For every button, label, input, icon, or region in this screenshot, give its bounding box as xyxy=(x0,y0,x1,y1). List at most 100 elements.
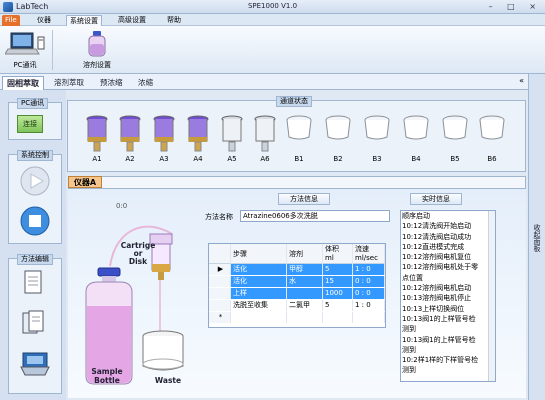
vessel-a3[interactable]: A3 xyxy=(153,115,175,163)
vessel-a6[interactable]: A6 xyxy=(254,115,276,163)
vessel-label: A1 xyxy=(92,155,102,163)
realtime-log: 顺序启动 10:12清洗阀开始启动 10:12清洗阀启动成功 10:12直进模式完成 1… xyxy=(400,210,496,382)
cell-solvent[interactable]: 甲醇 xyxy=(287,264,323,275)
tab-solvent-extraction[interactable]: 溶剂萃取 xyxy=(50,76,88,90)
instrument-tab[interactable]: 仪器A xyxy=(68,176,102,188)
cell-flow[interactable]: 1 : 0 xyxy=(353,300,385,311)
table-row[interactable]: 活化水 15 0 : 0 xyxy=(209,276,385,287)
cartridge-icon xyxy=(153,115,175,152)
cell-flow[interactable]: 0 : 0 xyxy=(353,276,385,287)
cell-step[interactable]: 活化 xyxy=(231,276,287,287)
col-solvent-header: 溶剂 xyxy=(287,244,323,264)
function-tabs: 固相萃取 溶剂萃取 预浓缩 浓缩 « xyxy=(0,74,528,90)
cartridge-icon xyxy=(221,115,243,152)
save-method-button[interactable] xyxy=(19,349,51,379)
vessel-label: A3 xyxy=(159,155,169,163)
log-line: 测到 xyxy=(402,325,416,334)
pc-comm-label: PC通讯 xyxy=(13,61,37,69)
row-marker xyxy=(209,300,231,311)
vessel-b1[interactable]: B1 xyxy=(286,115,312,163)
pc-comm-button[interactable]: PC通讯 xyxy=(2,28,48,72)
new-method-button[interactable] xyxy=(19,269,51,299)
cell-solvent[interactable] xyxy=(287,288,323,299)
stop-button[interactable] xyxy=(19,205,51,237)
vessel-label: B4 xyxy=(411,155,421,163)
collapse-chevron-icon[interactable]: « xyxy=(519,76,524,85)
cell-step[interactable]: 上样 xyxy=(231,288,287,299)
start-button[interactable] xyxy=(19,165,51,197)
log-line: 测到 xyxy=(402,366,416,375)
cell-flow[interactable]: 1 : 0 xyxy=(353,264,385,275)
window-controls[interactable]: – □ × xyxy=(489,2,542,11)
solvent-settings-button[interactable]: 溶剂设置 xyxy=(74,28,120,72)
realtime-info-button[interactable]: 实时信息 xyxy=(410,193,462,205)
cell-step[interactable]: 洗脱至收集 xyxy=(231,300,287,311)
cell-solvent[interactable] xyxy=(287,312,323,323)
tab-concentration[interactable]: 浓缩 xyxy=(134,76,157,90)
right-collapsed-panel[interactable]: 收起面板 xyxy=(528,74,545,400)
solvent-bottle-icon xyxy=(88,31,106,57)
cell-solvent[interactable]: 二氯甲 xyxy=(287,300,323,311)
system-control-group: 系统控制 xyxy=(8,150,62,244)
vessel-label: B5 xyxy=(450,155,460,163)
ribbon: PC通讯 溶剂设置 xyxy=(0,26,545,74)
vessel-b3[interactable]: B3 xyxy=(364,115,390,163)
menu-advanced-settings[interactable]: 高级设置 xyxy=(115,15,149,26)
tab-spe[interactable]: 固相萃取 xyxy=(2,76,44,90)
cell-step[interactable] xyxy=(231,312,287,323)
collection-cup-icon xyxy=(286,115,312,140)
vessel-a5[interactable]: A5 xyxy=(221,115,243,163)
collection-cup-icon xyxy=(442,115,468,140)
vessel-a2[interactable]: A2 xyxy=(119,115,141,163)
vessel-a1[interactable]: A1 xyxy=(86,115,108,163)
log-line: 10:12溶剂阀电机复位 xyxy=(402,253,472,262)
cell-flow[interactable]: 0 : 0 xyxy=(353,288,385,299)
cell-volume[interactable] xyxy=(323,312,353,323)
vessel-b2[interactable]: B2 xyxy=(325,115,351,163)
table-row[interactable]: ▶ 活化 甲醇 5 1 : 0 xyxy=(209,264,385,275)
menu-bar: File 仪器 系统设置 高级设置 帮助 xyxy=(0,14,545,26)
log-scrollbar[interactable] xyxy=(488,211,495,381)
method-name-field[interactable]: Atrazine0606多次洗脱 xyxy=(240,210,390,222)
sample-bottle-label: Sample Bottle xyxy=(91,367,123,385)
table-row[interactable]: 上样 1000 0 : 0 xyxy=(209,288,385,299)
right-panel-label: 收起面板 xyxy=(533,224,541,252)
menu-system-settings[interactable]: 系统设置 xyxy=(66,15,102,26)
vessel-a4[interactable]: A4 xyxy=(187,115,209,163)
log-line: 10:12清洗阀开始启动 xyxy=(402,222,472,231)
left-panel: PC通讯 连接 系统控制 方法编辑 xyxy=(0,90,66,400)
vessel-label: B3 xyxy=(372,155,382,163)
open-method-button[interactable] xyxy=(19,309,51,339)
vessel-label: B6 xyxy=(487,155,497,163)
cell-volume[interactable]: 5 xyxy=(323,300,353,311)
method-info-button[interactable]: 方法信息 xyxy=(278,193,330,205)
waste-label: Waste xyxy=(154,376,182,385)
table-row[interactable]: 洗脱至收集 二氯甲 5 1 : 0 xyxy=(209,300,385,311)
cell-volume[interactable]: 5 xyxy=(323,264,353,275)
channel-status-panel: 通道状态 A1 A2 A3 A4 A5 A6 B1 B2 B3 B4 B5 B6 xyxy=(67,96,526,172)
menu-help[interactable]: 帮助 xyxy=(164,15,184,26)
vessel-b6[interactable]: B6 xyxy=(479,115,505,163)
cartridge-icon xyxy=(119,115,141,152)
connect-button[interactable]: 连接 xyxy=(17,115,43,133)
tab-preconcentration[interactable]: 预浓缩 xyxy=(96,76,127,90)
cartridge-icon xyxy=(187,115,209,152)
cell-step[interactable]: 活化 xyxy=(231,264,287,275)
vessel-b4[interactable]: B4 xyxy=(403,115,429,163)
solvent-settings-label: 溶剂设置 xyxy=(83,61,111,69)
row-marker: * xyxy=(209,312,231,323)
cartridge-label: Cartrige or Disk xyxy=(120,241,156,266)
menu-instrument[interactable]: 仪器 xyxy=(34,15,54,26)
method-steps-table: 步骤 溶剂 体积 ml 流速 ml/sec ▶ 活化 甲醇 5 1 : 0 活化水 15 0 … xyxy=(208,243,386,328)
table-row[interactable]: * xyxy=(209,312,385,323)
cell-volume[interactable]: 1000 xyxy=(323,288,353,299)
cell-flow[interactable] xyxy=(353,312,385,323)
cell-volume[interactable]: 15 xyxy=(323,276,353,287)
col-volume-header: 体积 ml xyxy=(323,244,353,264)
col-step-header: 步骤 xyxy=(231,244,287,264)
menu-file[interactable]: File xyxy=(2,15,20,26)
cell-solvent[interactable]: 水 xyxy=(287,276,323,287)
vessel-b5[interactable]: B5 xyxy=(442,115,468,163)
method-name-label: 方法名称 xyxy=(205,213,233,221)
log-line: 测到 xyxy=(402,345,416,354)
